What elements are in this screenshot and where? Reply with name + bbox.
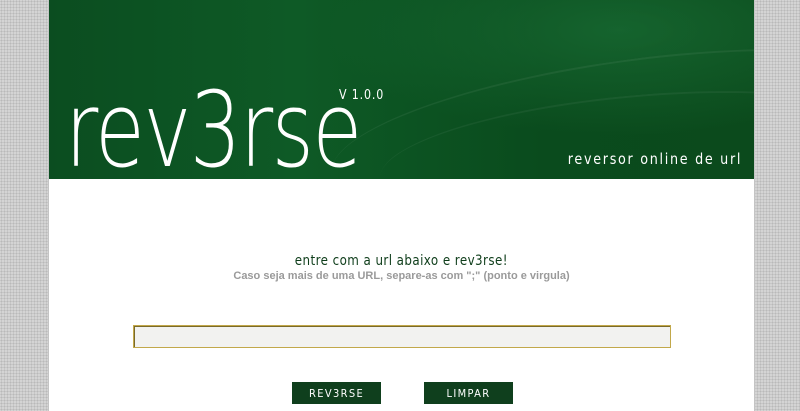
reverse-button-label: REV3RSE [308,386,365,400]
version-label: V 1.0.0 [339,88,385,103]
instructions: entre com a url abaixo e rev3rse! Caso s… [49,252,754,282]
clear-button-label: LIMPAR [446,386,491,400]
instructions-main: entre com a url abaixo e rev3rse! [294,253,509,269]
instructions-sub: Caso seja mais de uma URL, separe-as com… [233,270,570,282]
logo: rev3rse [65,69,362,179]
url-input[interactable] [133,325,671,348]
header-banner: rev3rse V 1.0.0 reversor online de url [49,0,754,179]
tagline: reversor online de url [567,150,742,168]
reverse-button[interactable]: REV3RSE [292,382,381,404]
page-container: rev3rse V 1.0.0 reversor online de url e… [48,0,755,411]
clear-button[interactable]: LIMPAR [424,382,513,404]
